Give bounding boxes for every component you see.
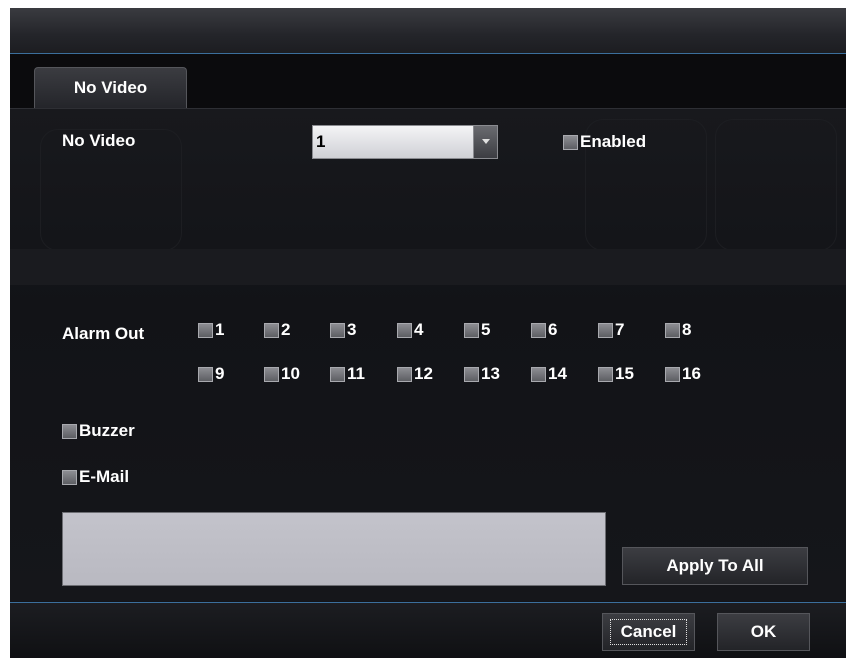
checkbox-box bbox=[598, 322, 613, 338]
cancel-button-label: Cancel bbox=[609, 619, 688, 645]
alarm-out-channel-label: 6 bbox=[548, 320, 558, 339]
alarm-out-label: Alarm Out bbox=[62, 324, 145, 343]
settings-panel: No Video 1 Enabled Alarm Out 1 2 3 4 5 6 7 8 9 10… bbox=[10, 109, 846, 601]
checkbox-box bbox=[665, 322, 680, 338]
alarm-out-channel-label: 2 bbox=[281, 320, 291, 339]
alarm-out-checkbox-3[interactable]: 3 bbox=[330, 320, 356, 340]
checkbox-box bbox=[665, 366, 680, 382]
alarm-out-channel-label: 16 bbox=[682, 364, 701, 383]
alarm-out-channel-label: 3 bbox=[347, 320, 357, 339]
alarm-out-checkbox-7[interactable]: 7 bbox=[598, 320, 624, 340]
checkbox-box bbox=[264, 322, 279, 338]
alarm-out-checkbox-8[interactable]: 8 bbox=[665, 320, 691, 340]
no-video-channel-select[interactable]: 1 bbox=[312, 125, 498, 159]
alarm-out-checkbox-13[interactable]: 13 bbox=[464, 364, 500, 384]
alarm-out-channel-label: 7 bbox=[615, 320, 625, 339]
checkbox-box bbox=[397, 366, 412, 382]
email-address-field[interactable] bbox=[62, 512, 606, 586]
checkbox-box bbox=[62, 423, 77, 439]
alarm-out-channel-label: 12 bbox=[414, 364, 433, 383]
checkbox-box bbox=[62, 469, 77, 485]
alarm-out-channel-label: 1 bbox=[215, 320, 225, 339]
cancel-button[interactable]: Cancel bbox=[602, 613, 695, 651]
alarm-out-channel-label: 14 bbox=[548, 364, 567, 383]
checkbox-box bbox=[464, 366, 479, 382]
checkbox-box bbox=[198, 366, 213, 382]
dialog-title-bar bbox=[10, 8, 846, 54]
alarm-out-checkbox-10[interactable]: 10 bbox=[264, 364, 300, 384]
checkbox-box bbox=[264, 366, 279, 382]
alarm-out-channel-label: 8 bbox=[682, 320, 692, 339]
dialog-footer: Cancel OK bbox=[10, 602, 846, 658]
alarm-out-checkbox-14[interactable]: 14 bbox=[531, 364, 567, 384]
alarm-out-checkbox-2[interactable]: 2 bbox=[264, 320, 290, 340]
alarm-out-channel-label: 10 bbox=[281, 364, 300, 383]
alarm-out-channel-label: 15 bbox=[615, 364, 634, 383]
tab-no-video[interactable]: No Video bbox=[34, 67, 187, 108]
alarm-out-checkbox-9[interactable]: 9 bbox=[198, 364, 224, 384]
tab-strip: No Video bbox=[10, 54, 846, 109]
alarm-out-channel-label: 4 bbox=[414, 320, 424, 339]
select-value: 1 bbox=[312, 125, 474, 159]
alarm-out-channel-label: 13 bbox=[481, 364, 500, 383]
email-label: E-Mail bbox=[79, 467, 130, 486]
no-video-dialog: No Video No Video 1 Enabled Alarm Out 12… bbox=[10, 8, 846, 658]
checkbox-box bbox=[563, 134, 578, 150]
chevron-down-icon bbox=[481, 139, 490, 144]
checkbox-box bbox=[464, 322, 479, 338]
checkbox-box bbox=[198, 322, 213, 338]
alarm-out-channel-label: 11 bbox=[347, 364, 365, 383]
enabled-checkbox[interactable]: Enabled bbox=[563, 132, 646, 152]
checkbox-box bbox=[598, 366, 613, 382]
email-checkbox[interactable]: E-Mail bbox=[62, 467, 129, 487]
alarm-out-checkbox-11[interactable]: 11 bbox=[330, 364, 365, 384]
checkbox-box bbox=[397, 322, 412, 338]
alarm-out-checkbox-4[interactable]: 4 bbox=[397, 320, 423, 340]
alarm-out-checkbox-12[interactable]: 12 bbox=[397, 364, 433, 384]
checkbox-box bbox=[330, 322, 345, 338]
ok-button[interactable]: OK bbox=[717, 613, 810, 651]
alarm-out-channel-label: 9 bbox=[215, 364, 225, 383]
enabled-label: Enabled bbox=[580, 132, 647, 151]
apply-to-all-button[interactable]: Apply To All bbox=[622, 547, 808, 585]
buzzer-checkbox[interactable]: Buzzer bbox=[62, 421, 135, 441]
alarm-out-checkbox-6[interactable]: 6 bbox=[531, 320, 557, 340]
background-decoration bbox=[10, 249, 846, 285]
alarm-out-checkbox-1[interactable]: 1 bbox=[198, 320, 224, 340]
alarm-out-channel-label: 5 bbox=[481, 320, 491, 339]
background-decoration bbox=[715, 119, 837, 251]
checkbox-box bbox=[531, 366, 546, 382]
alarm-out-checkbox-5[interactable]: 5 bbox=[464, 320, 490, 340]
buzzer-label: Buzzer bbox=[79, 421, 135, 440]
alarm-out-checkbox-16[interactable]: 16 bbox=[665, 364, 701, 384]
checkbox-box bbox=[330, 366, 345, 382]
checkbox-box bbox=[531, 322, 546, 338]
dropdown-button[interactable] bbox=[474, 125, 498, 159]
alarm-out-checkbox-15[interactable]: 15 bbox=[598, 364, 634, 384]
no-video-label: No Video bbox=[62, 131, 136, 150]
